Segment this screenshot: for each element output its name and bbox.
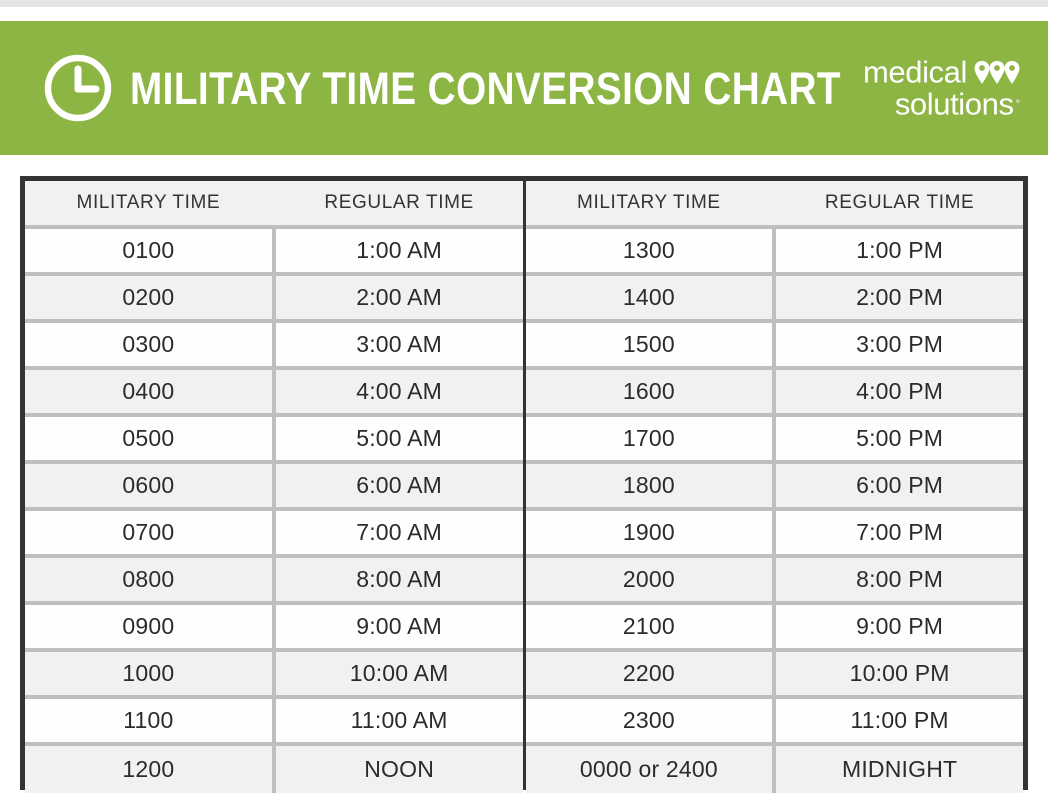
cell-regular-time: 8:00 PM [856,566,944,592]
cell-military-time: 1100 [25,699,276,742]
cell-military-time: 1700 [526,417,777,460]
cell-regular-time: 1:00 PM [856,237,944,263]
table-grid: MILITARY TIME REGULAR TIME 0100 1:00 AM 0… [25,181,1023,793]
cell-military-time: 1800 [526,464,777,507]
cell-regular-time: 4:00 PM [856,378,944,404]
column-header-military-time-am: MILITARY TIME [25,181,276,225]
cell-military-time: 0900 [25,605,276,648]
table-header-row-pm: MILITARY TIME REGULAR TIME [525,181,1023,229]
table-row: 0000 or 2400 MIDNIGHT [525,746,1023,793]
military-time-conversion-chart-page: MILITARY TIME CONVERSION CHART medical s… [0,0,1048,808]
table-row: 1500 3:00 PM [525,323,1023,370]
cell-regular-time: NOON [364,756,435,782]
table-row: 2100 9:00 PM [525,605,1023,652]
cell-military-time: 2300 [526,699,777,742]
table-row: 1800 6:00 PM [525,464,1023,511]
table-row: 1400 2:00 PM [525,276,1023,323]
cell-regular-time: MIDNIGHT [841,756,958,782]
cell-military-time: 1500 [526,323,777,366]
table-row: 2200 10:00 PM [525,652,1023,699]
cell-regular-time: 11:00 PM [850,707,949,733]
cell-regular-time: 6:00 PM [856,472,944,498]
table-row: 0500 5:00 AM [25,417,523,464]
brand-word-solutions: solutions [894,86,1014,121]
table-row: 2000 8:00 PM [525,558,1023,605]
table-half-pm: MILITARY TIME REGULAR TIME 1300 1:00 PM 1… [525,181,1023,793]
cell-military-time: 2000 [526,558,777,601]
table-row: 0900 9:00 AM [25,605,523,652]
table-half-am: MILITARY TIME REGULAR TIME 0100 1:00 AM 0… [25,181,526,793]
brand-logo: medical solutions ° [863,56,1020,119]
page-title: MILITARY TIME CONVERSION CHART [130,62,841,114]
header-banner: MILITARY TIME CONVERSION CHART medical s… [0,21,1048,155]
cell-military-time: 1400 [526,276,777,319]
cell-regular-time: 11:00 AM [350,707,448,733]
column-header-regular-time-am: REGULAR TIME [324,192,474,213]
cell-regular-time: 7:00 AM [356,519,443,545]
cell-military-time: 2100 [526,605,777,648]
table-row: 0800 8:00 AM [25,558,523,605]
table-row: 1100 11:00 AM [25,699,523,746]
cell-military-time: 0700 [25,511,276,554]
cell-military-time: 0400 [25,370,276,413]
table-row: 1000 10:00 AM [25,652,523,699]
table-header-row-am: MILITARY TIME REGULAR TIME [25,181,523,229]
cell-military-time: 1900 [526,511,777,554]
table-row: 0100 1:00 AM [25,229,523,276]
top-white-strip [0,7,1048,21]
cell-regular-time: 2:00 AM [356,284,443,310]
cell-regular-time: 7:00 PM [856,519,944,545]
cell-regular-time: 8:00 AM [356,566,443,592]
cell-regular-time: 3:00 PM [856,331,944,357]
cell-military-time: 0200 [25,276,276,319]
cell-military-time: 2200 [526,652,777,695]
table-row: 1600 4:00 PM [525,370,1023,417]
table-row: 1700 5:00 PM [525,417,1023,464]
cell-military-time: 1000 [25,652,276,695]
column-header-regular-time-pm: REGULAR TIME [824,192,975,213]
cell-regular-time: 3:00 AM [356,331,443,357]
cell-military-time: 1200 [25,746,276,793]
cell-military-time: 0300 [25,323,276,366]
table-row: 0300 3:00 AM [25,323,523,370]
conversion-table: MILITARY TIME REGULAR TIME 0100 1:00 AM 0… [20,176,1028,793]
cell-military-time: 0600 [25,464,276,507]
cell-regular-time: 4:00 AM [356,378,443,404]
cell-regular-time: 10:00 AM [349,660,449,686]
table-row: 0600 6:00 AM [25,464,523,511]
brand-line-one: medical [863,56,1020,88]
cell-regular-time: 10:00 PM [849,660,950,686]
table-row: 1200 NOON [25,746,523,793]
cell-military-time: 0000 or 2400 [526,746,777,793]
table-row: 0400 4:00 AM [25,370,523,417]
cell-regular-time: 5:00 AM [356,425,443,451]
cell-regular-time: 6:00 AM [356,472,443,498]
brand-word-medical: medical [862,54,967,90]
table-row: 2300 11:00 PM [525,699,1023,746]
top-gray-strip [0,0,1048,7]
cell-regular-time: 9:00 AM [356,613,443,639]
cell-military-time: 0500 [25,417,276,460]
table-row: 1900 7:00 PM [525,511,1023,558]
cell-military-time: 1300 [526,229,777,272]
registered-mark: ° [1015,98,1020,111]
cell-regular-time: 5:00 PM [856,425,944,451]
table-row: 1300 1:00 PM [525,229,1023,276]
cell-regular-time: 9:00 PM [856,613,944,639]
map-pins-icon [974,60,1020,84]
clock-icon [44,54,112,122]
cell-military-time: 1600 [526,370,777,413]
column-header-military-time-pm: MILITARY TIME [526,181,777,225]
brand-line-two: solutions ° [895,88,1020,120]
cell-military-time: 0100 [25,229,276,272]
cell-military-time: 0800 [25,558,276,601]
table-row: 0200 2:00 AM [25,276,523,323]
cell-regular-time: 2:00 PM [856,284,944,310]
table-row: 0700 7:00 AM [25,511,523,558]
cell-regular-time: 1:00 AM [356,237,443,263]
